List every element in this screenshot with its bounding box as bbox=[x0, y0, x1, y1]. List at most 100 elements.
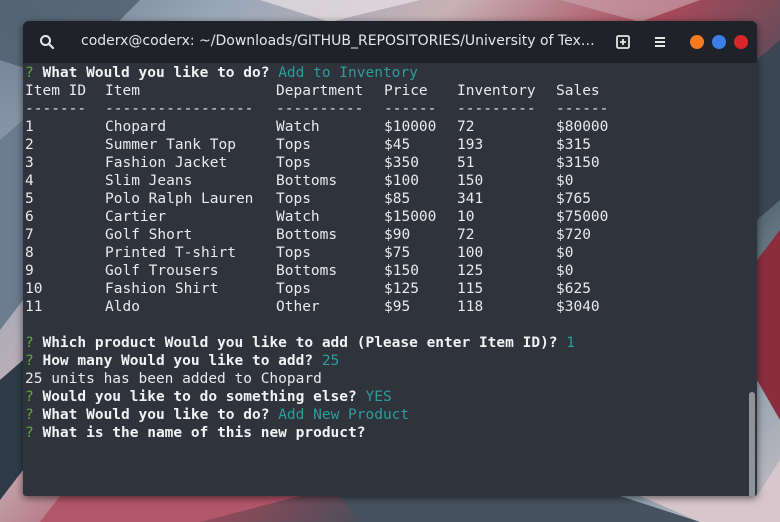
table-cell: Item bbox=[105, 83, 140, 99]
table-cell: Bottoms bbox=[276, 227, 338, 243]
table-cell: Slim Jeans bbox=[105, 173, 193, 189]
scrollbar-thumb[interactable] bbox=[749, 392, 755, 496]
table-cell: 115 bbox=[457, 281, 484, 297]
table-row: 11 Aldo Other $95 118 $3040 bbox=[25, 298, 743, 316]
table-cell: 100 bbox=[457, 245, 484, 261]
table-row: 2 Summer Tank Top Tops $45 193 $315 bbox=[25, 136, 743, 154]
table-cell: $15000 bbox=[384, 209, 437, 225]
table-cell: Inventory bbox=[457, 83, 536, 99]
prompt-line: ? How many Would you like to add? 25 bbox=[25, 352, 743, 370]
table-cell: Fashion Jacket bbox=[105, 155, 228, 171]
table-row: 3 Fashion Jacket Tops $350 51 $3150 bbox=[25, 154, 743, 172]
menu-icon bbox=[655, 37, 665, 47]
output-line: 25 units has been added to Chopard bbox=[25, 371, 322, 387]
table-cell: 341 bbox=[457, 191, 484, 207]
prompt-line: ? What Would you like to do? Add to Inve… bbox=[25, 64, 743, 82]
answer-text: YES bbox=[365, 389, 392, 405]
terminal-output[interactable]: ? What Would you like to do? Add to Inve… bbox=[25, 64, 743, 494]
table-cell: Tops bbox=[276, 245, 311, 261]
table-cell: ----------------- bbox=[105, 101, 254, 117]
table-separator-row: ------- ----------------- ---------- ------… bbox=[25, 100, 743, 118]
new-tab-button[interactable] bbox=[611, 30, 635, 54]
table-cell: Tops bbox=[276, 137, 311, 153]
table-cell: 118 bbox=[457, 299, 484, 315]
table-cell: Other bbox=[276, 299, 320, 315]
table-cell: $3150 bbox=[556, 155, 600, 171]
table-cell: Tops bbox=[276, 191, 311, 207]
table-row: 1 Chopard Watch $10000 72 $80000 bbox=[25, 118, 743, 136]
table-row: 8 Printed T-shirt Tops $75 100 $0 bbox=[25, 244, 743, 262]
answer-text: 25 bbox=[321, 353, 340, 369]
table-cell: Tops bbox=[276, 281, 311, 297]
table-cell: Watch bbox=[276, 119, 320, 135]
prompt-line: ? Would you like to do something else? Y… bbox=[25, 388, 743, 406]
table-cell: 125 bbox=[457, 263, 484, 279]
question-text: What Would you like to do? bbox=[42, 407, 270, 423]
table-row: 5 Polo Ralph Lauren Tops $85 341 $765 bbox=[25, 190, 743, 208]
table-cell: 72 bbox=[457, 119, 475, 135]
table-cell: Golf Short bbox=[105, 227, 193, 243]
table-cell: $0 bbox=[556, 245, 574, 261]
prompt-line: ? Which product Would you like to add (P… bbox=[25, 334, 743, 352]
table-cell: ------- bbox=[25, 101, 87, 117]
table-cell: 6 bbox=[25, 209, 34, 225]
table-cell: 11 bbox=[25, 299, 43, 315]
table-cell: 3 bbox=[25, 155, 34, 171]
table-cell: Watch bbox=[276, 209, 320, 225]
table-cell: ------ bbox=[384, 101, 437, 117]
prompt-mark: ? bbox=[25, 425, 34, 441]
table-cell: 51 bbox=[457, 155, 475, 171]
title-bar[interactable]: coderx@coderx: ~/Downloads/GITHUB_REPOSI… bbox=[23, 21, 757, 63]
table-cell: 10 bbox=[457, 209, 475, 225]
table-cell: $720 bbox=[556, 227, 591, 243]
table-cell: 8 bbox=[25, 245, 34, 261]
table-cell: $10000 bbox=[384, 119, 437, 135]
table-row: 10 Fashion Shirt Tops $125 115 $625 bbox=[25, 280, 743, 298]
table-cell: Chopard bbox=[105, 119, 167, 135]
table-cell: Price bbox=[384, 83, 428, 99]
prompt-mark: ? bbox=[25, 407, 34, 423]
table-row: 7 Golf Short Bottoms $90 72 $720 bbox=[25, 226, 743, 244]
close-button[interactable] bbox=[734, 35, 748, 49]
table-cell: $85 bbox=[384, 191, 411, 207]
table-cell: $765 bbox=[556, 191, 591, 207]
answer-text: Add to Inventory bbox=[278, 65, 418, 81]
table-cell: 4 bbox=[25, 173, 34, 189]
table-cell: 72 bbox=[457, 227, 475, 243]
search-button[interactable] bbox=[35, 30, 59, 54]
table-cell: $3040 bbox=[556, 299, 600, 315]
table-cell: 9 bbox=[25, 263, 34, 279]
prompt-mark: ? bbox=[25, 389, 34, 405]
table-cell: Item ID bbox=[25, 83, 87, 99]
table-cell: $125 bbox=[384, 281, 419, 297]
window-title: coderx@coderx: ~/Downloads/GITHUB_REPOSI… bbox=[81, 33, 601, 49]
scrollbar[interactable] bbox=[748, 64, 756, 496]
table-cell: $350 bbox=[384, 155, 419, 171]
question-text: What Would you like to do? bbox=[42, 65, 270, 81]
table-cell: $95 bbox=[384, 299, 411, 315]
table-cell: Cartier bbox=[105, 209, 167, 225]
menu-button[interactable] bbox=[648, 30, 672, 54]
question-text: How many Would you like to add? bbox=[42, 353, 314, 369]
table-header-row: Item ID Item Department Price Inventory Sales bbox=[25, 82, 743, 100]
prompt-mark: ? bbox=[25, 65, 34, 81]
table-cell: 5 bbox=[25, 191, 34, 207]
table-cell: $75000 bbox=[556, 209, 609, 225]
table-cell: Polo Ralph Lauren bbox=[105, 191, 254, 207]
table-cell: 193 bbox=[457, 137, 484, 153]
table-cell: 1 bbox=[25, 119, 34, 135]
new-tab-icon bbox=[616, 35, 630, 49]
table-cell: --------- bbox=[457, 101, 536, 117]
table-cell: 7 bbox=[25, 227, 34, 243]
question-text: What is the name of this new product? bbox=[42, 425, 366, 441]
prompt-mark: ? bbox=[25, 335, 34, 351]
table-cell: Tops bbox=[276, 155, 311, 171]
table-cell: $0 bbox=[556, 173, 574, 189]
table-cell: Printed T-shirt bbox=[105, 245, 236, 261]
table-cell: ---------- bbox=[276, 101, 364, 117]
minimize-button[interactable] bbox=[690, 35, 704, 49]
answer-text: 1 bbox=[566, 335, 575, 351]
table-row: 9 Golf Trousers Bottoms $150 125 $0 bbox=[25, 262, 743, 280]
maximize-button[interactable] bbox=[712, 35, 726, 49]
